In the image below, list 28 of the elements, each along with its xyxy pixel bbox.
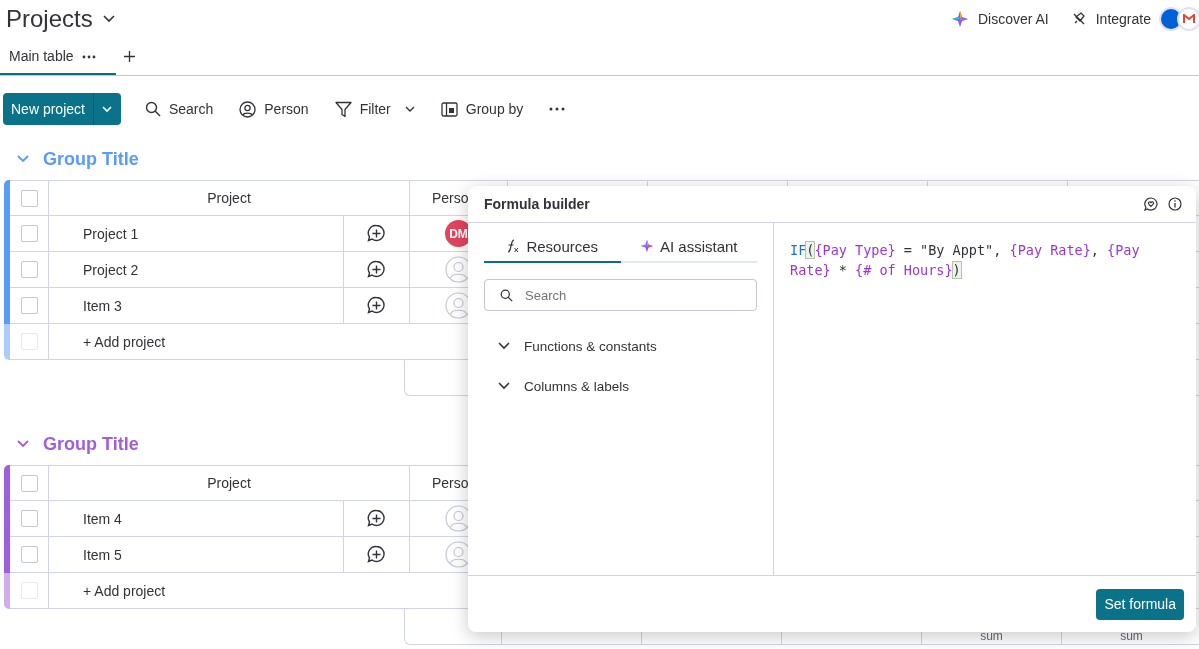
group-title[interactable]: Group Title xyxy=(43,433,139,455)
item-name[interactable]: Item 3 xyxy=(83,297,122,314)
resources-tab[interactable]: Resources xyxy=(484,231,621,263)
column-header[interactable]: Project xyxy=(49,180,410,216)
filter-button[interactable]: Filter xyxy=(334,100,415,118)
person-button[interactable]: Person xyxy=(239,100,309,118)
column-header[interactable]: Project xyxy=(49,465,410,501)
item-name[interactable]: Project 1 xyxy=(83,225,139,242)
add-project-link[interactable]: + Add project xyxy=(83,333,166,350)
item-name[interactable]: Item 4 xyxy=(83,510,122,527)
section-toggle[interactable]: Functions & constants xyxy=(484,326,657,366)
item-name[interactable]: Project 2 xyxy=(83,261,139,278)
formula-editor[interactable]: IF({Pay Type} = "By Appt", {Pay Rate}, {Pay Rate} * {# of Hours}) xyxy=(790,240,1180,280)
group-button[interactable]: Group by xyxy=(440,101,524,117)
sum-label: sum xyxy=(980,629,1003,643)
ai-assistant-tab[interactable]: AI assistant xyxy=(620,231,757,263)
new-project-button[interactable]: New project xyxy=(3,93,93,125)
board-title: Projects xyxy=(6,5,93,33)
section-toggle[interactable]: Columns & labels xyxy=(484,366,630,406)
sum-label: sum xyxy=(1120,629,1143,643)
search-field[interactable]: Search xyxy=(484,279,757,311)
item-name[interactable]: Item 5 xyxy=(83,546,122,563)
view-tab[interactable]: Main table xyxy=(0,38,116,75)
set-formula-button[interactable]: Set formula xyxy=(1096,588,1184,620)
discover-ai-button[interactable]: Discover AI xyxy=(950,10,1049,28)
search-button[interactable]: Search xyxy=(144,101,214,117)
integrate-button[interactable]: Integrate xyxy=(1070,11,1151,27)
add-project-link[interactable]: + Add project xyxy=(83,582,166,599)
